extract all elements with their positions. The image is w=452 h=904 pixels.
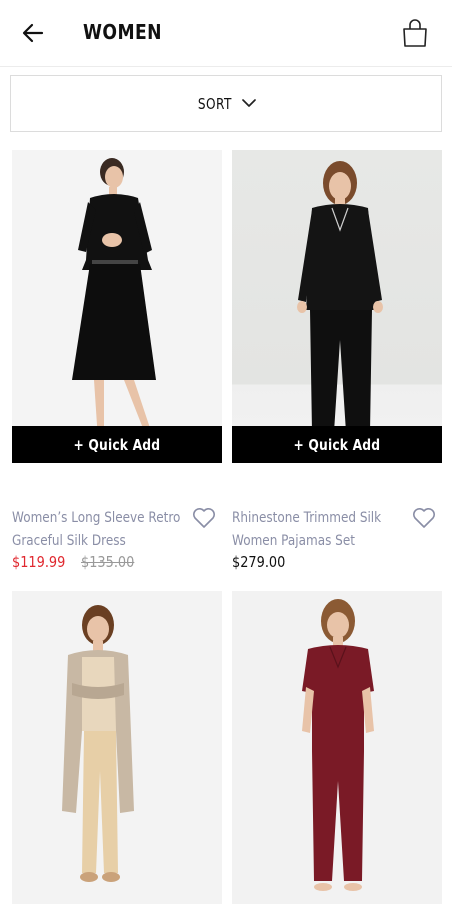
product-image[interactable]: + Quick Add [12, 150, 222, 463]
product-image[interactable] [12, 591, 222, 904]
quick-add-button[interactable]: + Quick Add [232, 426, 442, 463]
quick-add-button[interactable]: + Quick Add [12, 426, 222, 463]
shopping-bag-button[interactable] [398, 16, 432, 50]
price-row: $119.99 $135.00 [12, 553, 143, 571]
model-burgundy-pajamas-image [302, 599, 374, 891]
product-name-line-1: Rhinestone Trimmed Silk [232, 510, 382, 526]
product-card[interactable] [12, 591, 222, 904]
product-name-line-1: Women’s Long Sleeve Retro [12, 510, 181, 526]
back-button[interactable] [18, 18, 48, 48]
product-name-line-2: Graceful Silk Dress [12, 533, 126, 549]
shopping-bag-icon [403, 19, 427, 47]
quick-add-label: + Quick Add [73, 435, 161, 454]
page-title: WOMEN [83, 20, 163, 44]
quick-add-label: + Quick Add [293, 435, 381, 454]
chevron-down-icon [242, 99, 256, 107]
sort-label: SORT [198, 94, 232, 113]
product-card[interactable]: + Quick Add Rhinestone Trimmed Silk Wome… [232, 150, 442, 571]
product-name[interactable]: Rhinestone Trimmed Silk Women Pajamas Se… [232, 507, 402, 553]
product-price: $279.00 [232, 553, 286, 571]
model-robe-image [62, 605, 134, 882]
product-card[interactable]: + Quick Add Women’s Long Sleeve Retro Gr… [12, 150, 222, 571]
product-image[interactable]: + Quick Add [232, 150, 442, 463]
arrow-left-icon [22, 23, 44, 43]
product-name-line-2: Women Pajamas Set [232, 533, 355, 549]
product-name[interactable]: Women’s Long Sleeve Retro Graceful Silk … [12, 507, 182, 553]
product-card[interactable] [232, 591, 442, 904]
product-image[interactable] [232, 591, 442, 904]
price-row: $279.00 [232, 553, 294, 571]
model-black-dress-image [52, 158, 192, 451]
heart-icon[interactable] [412, 507, 436, 529]
heart-icon[interactable] [192, 507, 216, 529]
app-header: WOMEN [0, 0, 452, 67]
original-price: $135.00 [80, 553, 135, 571]
sort-button[interactable]: SORT [10, 75, 442, 132]
sale-price: $119.99 [12, 553, 66, 571]
model-black-pajamas-image [297, 161, 383, 446]
